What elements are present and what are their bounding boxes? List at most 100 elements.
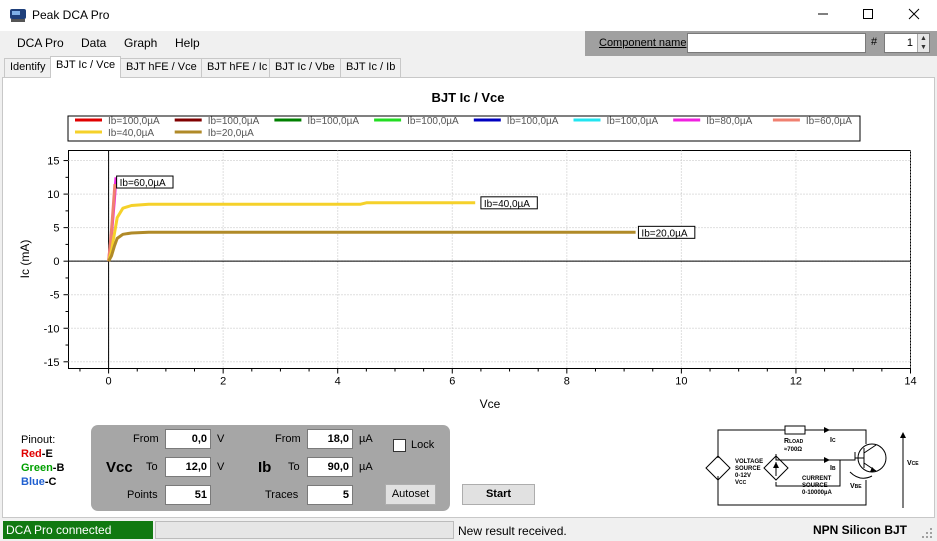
ib-from-unit: µA [359, 433, 373, 445]
spin-down-icon[interactable]: ▼ [917, 43, 929, 52]
tab-bjt-ic-ib[interactable]: BJT Ic / Ib [340, 58, 402, 77]
vcc-from-input[interactable]: 0,0 [165, 429, 211, 449]
tab-bjt-hfe-vce[interactable]: BJT hFE / Vce [120, 58, 203, 77]
ib-label: Ib [258, 459, 272, 476]
ib-circuit-label: IB [830, 465, 836, 472]
y-tick-label: 15 [47, 156, 59, 168]
y-axis-label: Ic (mA) [18, 240, 32, 279]
vcc-to-label: To [146, 461, 158, 473]
close-icon [908, 8, 920, 20]
annotation-label: Ib=20,0µA [641, 228, 687, 239]
component-type: NPN Silicon BJT [813, 523, 908, 537]
autoset-button[interactable]: Autoset [385, 484, 436, 505]
menu-help[interactable]: Help [175, 36, 200, 50]
vsrc-line3: 0-12V [735, 473, 751, 479]
vcc-label: Vcc [106, 459, 133, 476]
close-button[interactable] [891, 0, 937, 31]
ib-from-input[interactable]: 18,0 [307, 429, 353, 449]
status-message: New result received. [458, 524, 567, 538]
legend-entry: Ib=20,0µA [208, 128, 254, 139]
vsrc-line4: VCC [735, 480, 747, 486]
ib-to-label: To [288, 461, 300, 473]
traces-input[interactable]: 5 [307, 485, 353, 505]
component-number-label: # [871, 36, 878, 48]
menu-dca-pro[interactable]: DCA Pro [17, 36, 64, 50]
maximize-button[interactable] [845, 0, 891, 31]
vsrc-line2: SOURCE [735, 466, 761, 472]
resize-grip-icon[interactable] [921, 527, 933, 539]
rload-label: RLOAD [784, 438, 804, 445]
component-name-label[interactable]: Component name [599, 37, 686, 49]
legend-entry: Ib=60,0µA [806, 116, 852, 127]
legend-entry: Ib=100,0µA [108, 116, 160, 127]
annotation-label: Ib=60,0µA [120, 178, 166, 189]
spin-up-icon[interactable]: ▲ [917, 34, 929, 43]
csrc-line1: CURRENT [802, 476, 832, 482]
legend-entry: Ib=100,0µA [307, 116, 359, 127]
menu-graph[interactable]: Graph [124, 36, 157, 50]
legend-entry: Ib=100,0µA [507, 116, 559, 127]
pinout-green-pin: -B [52, 462, 65, 474]
pinout-blue: Blue [21, 476, 45, 488]
csrc-line3: 0-10000µA [802, 490, 832, 496]
ic-label: IC [830, 437, 836, 444]
x-tick-label: 14 [904, 376, 916, 388]
ib-to-input[interactable]: 90,0 [307, 457, 353, 477]
traces-label: Traces [265, 489, 299, 501]
x-tick-label: 10 [675, 376, 687, 388]
vcc-to-unit: V [217, 461, 225, 473]
vcc-to-input[interactable]: 12,0 [165, 457, 211, 477]
legend-entry: Ib=40,0µA [108, 128, 154, 139]
annotation-label: Ib=40,0µA [484, 199, 530, 210]
window-title: Peak DCA Pro [32, 8, 110, 22]
points-input[interactable]: 51 [165, 485, 211, 505]
start-button[interactable]: Start [462, 484, 535, 505]
x-tick-label: 12 [790, 376, 802, 388]
rload-value: ≈700Ω [784, 447, 802, 453]
legend-entry: Ib=100,0µA [607, 116, 659, 127]
vcc-from-unit: V [217, 433, 225, 445]
pinout-green: Green [21, 462, 53, 474]
x-tick-label: 4 [335, 376, 341, 388]
tab-identify[interactable]: Identify [4, 58, 52, 77]
menu-data[interactable]: Data [81, 36, 106, 50]
y-tick-label: 10 [47, 189, 59, 201]
connection-status: DCA Pro connected [3, 521, 153, 539]
y-tick-label: -5 [50, 290, 60, 302]
csrc-line2: SOURCE [802, 483, 828, 489]
title-bar [0, 0, 937, 31]
plot-area [68, 150, 911, 369]
pinout-blue-pin: -C [44, 476, 57, 488]
progress-bar [155, 521, 454, 539]
y-tick-label: -10 [44, 323, 60, 335]
minimize-icon [818, 13, 828, 15]
pinout-red-pin: -E [41, 448, 53, 460]
ib-to-unit: µA [359, 461, 373, 473]
x-tick-label: 8 [564, 376, 570, 388]
vsrc-line1: VOLTAGE [735, 459, 763, 465]
pinout-label: Pinout: [21, 434, 56, 446]
lock-checkbox[interactable] [393, 439, 406, 452]
legend-entry: Ib=100,0µA [407, 116, 459, 127]
vcc-from-label: From [133, 433, 159, 445]
circuit-diagram: RLOAD ≈700Ω IC IB VOLTAGE SOURCE 0-12V V… [705, 425, 919, 508]
ic-vce-chart: BJT Ic / Vce Ib=100,0µA Ib=100,0µA Ib=100,… [18, 90, 917, 411]
tab-bjt-ic-vce[interactable]: BJT Ic / Vce [50, 56, 122, 78]
tab-bjt-ic-vbe[interactable]: BJT Ic / Vbe [269, 58, 341, 77]
minimize-button[interactable] [800, 0, 846, 31]
pinout-red: Red [21, 448, 42, 460]
app-icon [10, 9, 26, 22]
legend-entry: Ib=80,0µA [706, 116, 752, 127]
legend-entry: Ib=100,0µA [208, 116, 260, 127]
component-name-input[interactable] [687, 33, 866, 53]
ib-from-label: From [275, 433, 301, 445]
y-tick-label: 0 [53, 256, 59, 268]
y-tick-label: -15 [44, 357, 60, 369]
x-axis-label: Vce [480, 397, 501, 411]
lock-label: Lock [411, 439, 435, 451]
x-tick-label: 0 [106, 376, 112, 388]
vbe-label: VBE [850, 483, 862, 490]
points-label: Points [127, 489, 158, 501]
chart-title: BJT Ic / Vce [432, 90, 505, 105]
tab-bjt-hfe-ic[interactable]: BJT hFE / Ic [201, 58, 274, 77]
